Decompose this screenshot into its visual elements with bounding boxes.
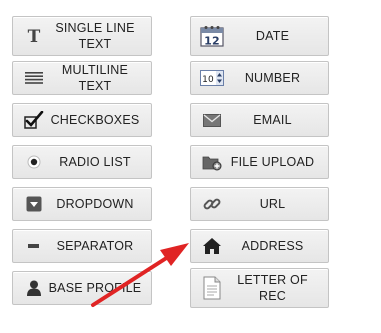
svg-text:T: T — [28, 27, 41, 45]
button-label: NUMBER — [244, 71, 301, 85]
field-type-palette: T SINGLE LINE TEXT MULTILINE TEXT CHECKB… — [0, 0, 381, 333]
dropdown-box-icon — [21, 193, 47, 215]
number-value-text: 10 — [202, 75, 214, 85]
number-button[interactable]: 10 NUMBER — [190, 61, 329, 95]
button-label: FILE UPLOAD — [230, 155, 315, 169]
radio-list-button[interactable]: RADIO LIST — [12, 145, 152, 179]
separator-button[interactable]: SEPARATOR — [12, 229, 152, 263]
button-label: CHECKBOXES — [50, 113, 140, 127]
button-label: DATE — [255, 29, 290, 43]
multiline-text-button[interactable]: MULTILINE TEXT — [12, 61, 152, 95]
number-stepper-icon: 10 — [199, 67, 225, 89]
button-label: MULTILINE TEXT — [61, 63, 129, 93]
radio-dot-icon — [21, 151, 47, 173]
checkmark-icon — [21, 109, 47, 131]
dropdown-button[interactable]: DROPDOWN — [12, 187, 152, 221]
base-profile-button[interactable]: BASE PROFILE — [12, 271, 152, 305]
button-label: DROPDOWN — [56, 197, 134, 211]
checkboxes-button[interactable]: CHECKBOXES — [12, 103, 152, 137]
document-icon — [199, 276, 225, 300]
button-label: URL — [259, 197, 286, 211]
button-label: LETTER OF REC — [237, 273, 308, 303]
chain-link-icon — [199, 193, 225, 215]
house-icon — [199, 235, 225, 257]
button-label: ADDRESS — [241, 239, 304, 253]
button-label: EMAIL — [253, 113, 292, 127]
folder-upload-icon — [199, 151, 225, 173]
calendar-day-text: 12 — [204, 35, 220, 48]
calendar-icon: 12 — [199, 25, 225, 47]
button-label: BASE PROFILE — [48, 281, 142, 295]
multiline-lines-icon — [21, 67, 47, 89]
file-upload-button[interactable]: FILE UPLOAD — [190, 145, 329, 179]
button-label: SEPARATOR — [56, 239, 134, 253]
button-label: RADIO LIST — [59, 155, 131, 169]
person-icon — [21, 277, 47, 299]
envelope-icon — [199, 109, 225, 131]
url-button[interactable]: URL — [190, 187, 329, 221]
button-label: SINGLE LINE TEXT — [55, 21, 135, 51]
dash-icon — [21, 235, 47, 257]
address-button[interactable]: ADDRESS — [190, 229, 329, 263]
date-button[interactable]: 12 DATE — [190, 16, 329, 56]
text-t-icon: T — [21, 25, 47, 47]
email-button[interactable]: EMAIL — [190, 103, 329, 137]
letter-of-rec-button[interactable]: LETTER OF REC — [190, 268, 329, 308]
single-line-text-button[interactable]: T SINGLE LINE TEXT — [12, 16, 152, 56]
